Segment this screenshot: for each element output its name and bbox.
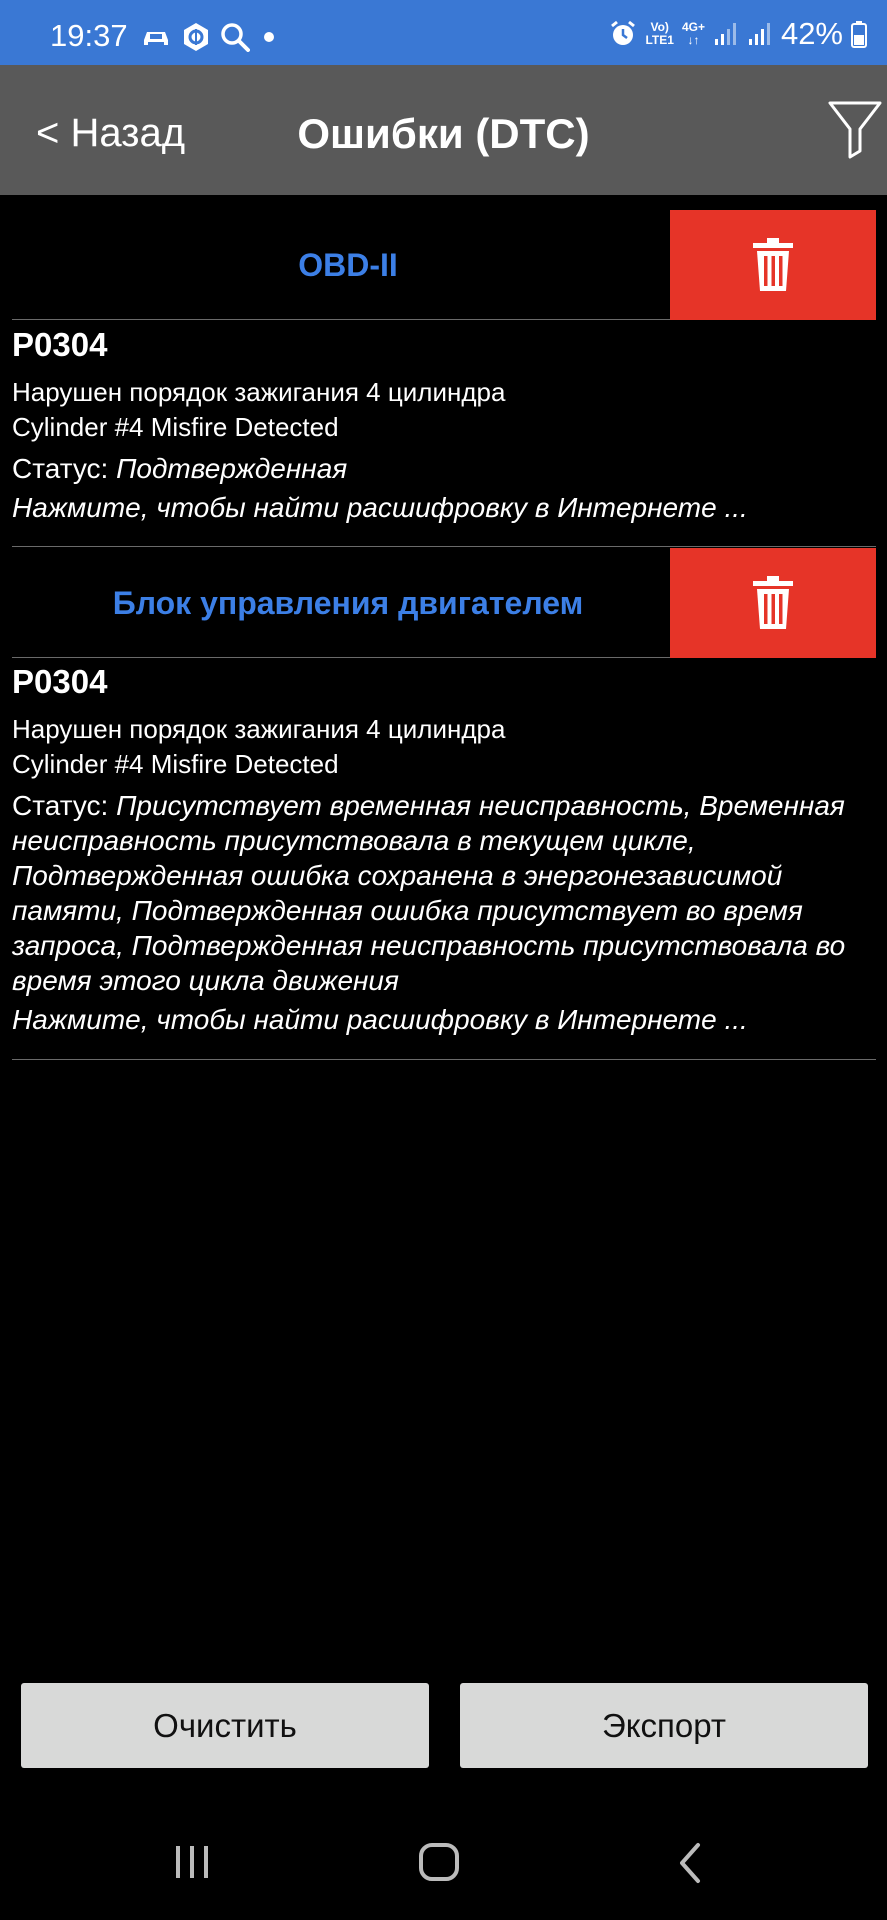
status-time: 19:37 <box>50 18 128 53</box>
volte-indicator: Vo) LTE1 <box>645 21 673 47</box>
filter-icon <box>828 101 882 159</box>
dtc-code: P0304 <box>12 326 108 363</box>
status-value: Подтвержденная <box>116 453 348 484</box>
dtc-description-ru: Нарушен порядок зажигания 4 цилиндра <box>12 714 506 744</box>
signal-icon <box>714 23 736 45</box>
export-button[interactable]: Экспорт <box>460 1683 868 1768</box>
dtc-status: Статус: Присутствует временная неисправн… <box>12 788 876 998</box>
page-title: Ошибки (DTC) <box>297 110 590 157</box>
dot-icon <box>264 32 274 42</box>
dtc-entry[interactable]: P0304 Нарушен порядок зажигания 4 цилинд… <box>12 662 876 1060</box>
section-title: Блок управления двигателем <box>112 584 584 621</box>
dtc-description-en: Cylinder #4 Misfire Detected <box>12 749 339 779</box>
status-label: Статус: <box>12 453 117 484</box>
data-arrows-icon: ↓↑ <box>687 33 700 47</box>
section-title: OBD-II <box>298 246 398 283</box>
network-type: 4G+ ↓↑ <box>682 21 705 47</box>
dtc-status: Статус: Подтвержденная <box>12 451 876 486</box>
status-label: Статус: <box>12 790 117 821</box>
signal-icon <box>748 23 770 45</box>
status-icons-right: Vo) LTE1 4G+ ↓↑ 42% <box>609 14 867 54</box>
filter-button[interactable] <box>827 99 883 159</box>
shield-icon <box>184 23 208 51</box>
section-header-obd2: OBD-II <box>12 210 876 320</box>
alarm-icon <box>611 20 636 45</box>
trash-icon <box>753 238 793 291</box>
search-online-link[interactable]: Нажмите, чтобы найти расшифровку в Интер… <box>12 490 876 525</box>
car-icon <box>144 32 168 45</box>
home-icon[interactable] <box>418 1842 460 1882</box>
section-header-engine-ecu: Блок управления двигателем <box>12 548 876 658</box>
top-nav-bar: < Назад Ошибки (DTC) <box>0 65 887 195</box>
delete-button[interactable] <box>670 548 876 658</box>
status-value: Присутствует временная неисправность, Вр… <box>12 790 846 996</box>
dtc-code: P0304 <box>12 663 108 700</box>
trash-icon <box>753 576 793 629</box>
delete-button[interactable] <box>670 210 876 320</box>
dtc-description-en: Cylinder #4 Misfire Detected <box>12 412 339 442</box>
clear-button[interactable]: Очистить <box>21 1683 429 1768</box>
search-online-link[interactable]: Нажмите, чтобы найти расшифровку в Интер… <box>12 1002 876 1037</box>
dtc-entry[interactable]: P0304 Нарушен порядок зажигания 4 цилинд… <box>12 325 876 547</box>
search-icon <box>221 23 250 52</box>
dtc-description-ru: Нарушен порядок зажигания 4 цилиндра <box>12 377 506 407</box>
back-nav-icon[interactable] <box>676 1842 704 1884</box>
lte-label: LTE1 <box>645 33 674 47</box>
battery-percent: 42% <box>780 16 843 51</box>
status-bar: 19:37 Vo) LTE1 4G+ ↓↑ 42% <box>0 0 887 65</box>
battery-icon <box>851 21 867 48</box>
status-icons-left <box>140 22 278 52</box>
recents-icon[interactable] <box>172 1844 212 1880</box>
system-nav-bar <box>0 1800 887 1920</box>
